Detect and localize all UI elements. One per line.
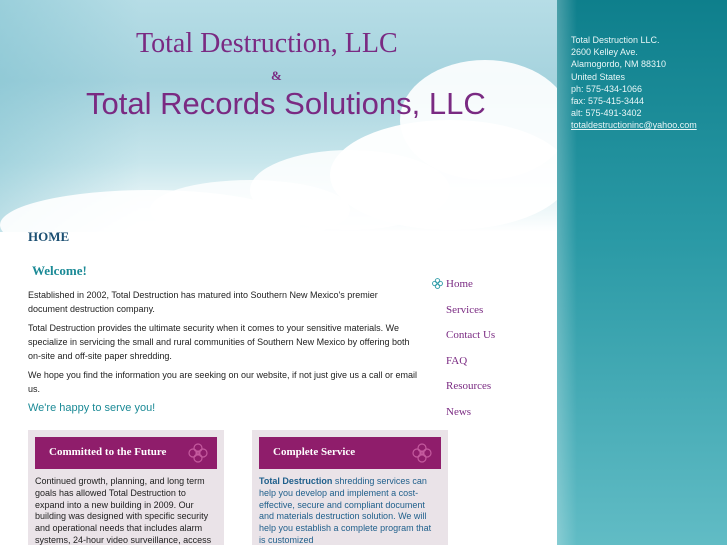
intro-paragraph: Established in 2002, Total Destruction h… xyxy=(28,290,378,314)
contact-paragraph: We hope you find the information you are… xyxy=(28,370,418,394)
contact-address: Total Destruction LLC. 2600 Kelley Ave. … xyxy=(571,34,697,132)
street: 2600 Kelley Ave. xyxy=(571,47,638,58)
city: Alamogordo, NM 88310 xyxy=(571,59,667,70)
feature-box-service: Complete Service Total Destruction shred… xyxy=(252,430,448,545)
right-column: Total Destruction LLC. 2600 Kelley Ave. … xyxy=(557,0,727,545)
site-title-1: Total Destruction, LLC xyxy=(136,28,398,59)
company-name: Total Destruction LLC. xyxy=(571,35,660,45)
welcome-heading: Welcome! xyxy=(32,263,87,278)
title-ampersand: & xyxy=(271,68,282,83)
box-header: Committed to the Future xyxy=(35,437,217,469)
box-body: Total Destruction shredding services can… xyxy=(259,476,437,545)
flower-ornament-icon xyxy=(412,443,432,463)
happy-tagline: We're happy to serve you! xyxy=(28,402,156,414)
box-title: Complete Service xyxy=(273,446,356,458)
nav-item-services[interactable]: Services xyxy=(446,304,483,316)
box-body: Continued growth, planning, and long ter… xyxy=(35,476,212,545)
box-header: Complete Service xyxy=(259,437,441,469)
alt-phone: alt: 575-491-3402 xyxy=(571,108,642,119)
flower-icon xyxy=(432,278,443,289)
page-heading: HOME xyxy=(28,229,70,244)
email-link[interactable]: totaldestructioninc@yahoo.com xyxy=(571,119,697,131)
page: Total Destruction LLC. 2600 Kelley Ave. … xyxy=(0,0,727,545)
nav-item-home[interactable]: Home xyxy=(446,278,473,290)
country: United States xyxy=(571,71,626,82)
services-paragraph: Total Destruction provides the ultimate … xyxy=(28,323,410,361)
site-title-2: Total Records Solutions, LLC xyxy=(86,86,486,121)
box-body-bold: Total Destruction xyxy=(259,476,333,486)
flower-ornament-icon xyxy=(188,443,208,463)
nav-item-faq[interactable]: FAQ xyxy=(446,355,467,367)
nav-item-resources[interactable]: Resources xyxy=(446,380,491,392)
box-title: Committed to the Future xyxy=(49,446,167,458)
feature-box-future: Committed to the Future Continued growth… xyxy=(28,430,224,545)
box-body-text: shredding services can help you develop … xyxy=(259,476,432,545)
fax: fax: 575-415-3444 xyxy=(571,96,645,107)
nav-item-news[interactable]: News xyxy=(446,406,471,418)
nav-item-contact-us[interactable]: Contact Us xyxy=(446,329,495,341)
phone: ph: 575-434-1066 xyxy=(571,83,643,94)
